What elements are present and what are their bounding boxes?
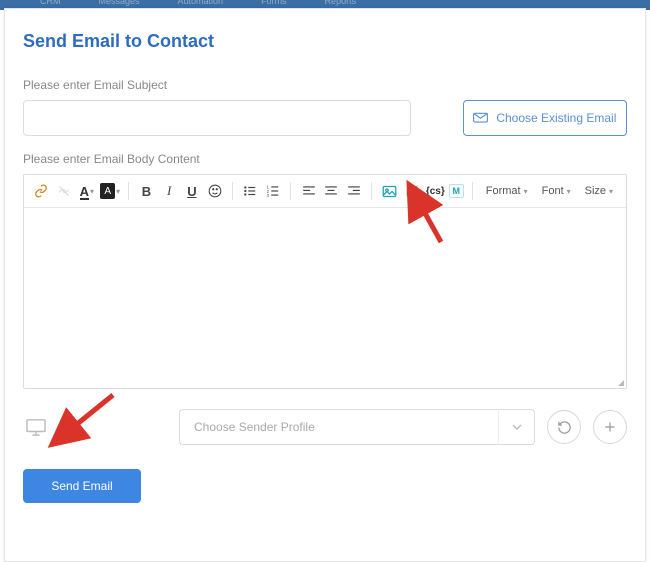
send-email-modal: Send Email to Contact Please enter Email… <box>4 8 646 562</box>
email-body-input[interactable] <box>24 208 626 388</box>
font-dropdown[interactable]: Font▾ <box>537 185 576 197</box>
rich-text-editor: A ▾ A ▾ B I U 123 <box>23 174 627 389</box>
mobile-preview-button[interactable] <box>55 416 81 438</box>
preview-mode-toggle <box>23 416 81 438</box>
number-list-button[interactable]: 123 <box>264 181 283 201</box>
sender-profile-select[interactable]: Choose Sender Profile <box>179 409 535 445</box>
editor-toolbar: A ▾ A ▾ B I U 123 <box>24 175 626 208</box>
desktop-preview-button[interactable] <box>23 416 49 438</box>
highlight-color-button[interactable]: A ▾ <box>100 181 120 201</box>
send-email-button[interactable]: Send Email <box>23 469 141 503</box>
chevron-down-icon: ▾ <box>567 187 571 196</box>
text-color-button[interactable]: A ▾ <box>77 181 96 201</box>
m-box-button[interactable]: M <box>449 184 464 198</box>
svg-text:3: 3 <box>267 193 270 198</box>
refresh-icon[interactable] <box>403 181 422 201</box>
align-center-button[interactable] <box>322 181 341 201</box>
separator <box>472 182 473 200</box>
undo-button[interactable] <box>547 410 581 444</box>
separator <box>371 182 372 200</box>
emoji-button[interactable] <box>205 181 224 201</box>
subject-label: Please enter Email Subject <box>23 78 627 92</box>
chevron-down-icon: ▾ <box>524 187 528 196</box>
bullet-list-button[interactable] <box>241 181 260 201</box>
size-dropdown[interactable]: Size▾ <box>580 185 618 197</box>
choose-existing-email-button[interactable]: Choose Existing Email <box>463 100 627 136</box>
chevron-down-icon: ▾ <box>609 187 613 196</box>
add-button[interactable] <box>593 410 627 444</box>
align-right-button[interactable] <box>345 181 364 201</box>
bold-button[interactable]: B <box>137 181 156 201</box>
separator <box>290 182 291 200</box>
modal-title: Send Email to Contact <box>23 31 627 52</box>
email-subject-input[interactable] <box>23 100 411 136</box>
resize-handle[interactable] <box>614 376 624 386</box>
separator <box>128 182 129 200</box>
envelope-icon <box>473 111 488 126</box>
merge-tag-button[interactable]: {cs} <box>426 181 445 201</box>
sender-placeholder: Choose Sender Profile <box>194 420 315 434</box>
align-left-button[interactable] <box>299 181 318 201</box>
underline-button[interactable]: U <box>183 181 202 201</box>
body-label: Please enter Email Body Content <box>23 152 627 166</box>
link-icon[interactable] <box>32 181 51 201</box>
chevron-down-icon <box>498 409 534 445</box>
format-dropdown[interactable]: Format▾ <box>481 185 533 197</box>
editor-footer: Choose Sender Profile <box>23 409 627 445</box>
italic-button[interactable]: I <box>160 181 179 201</box>
unlink-icon[interactable] <box>55 181 74 201</box>
choose-existing-label: Choose Existing Email <box>496 111 616 125</box>
image-icon[interactable] <box>380 181 399 201</box>
separator <box>232 182 233 200</box>
